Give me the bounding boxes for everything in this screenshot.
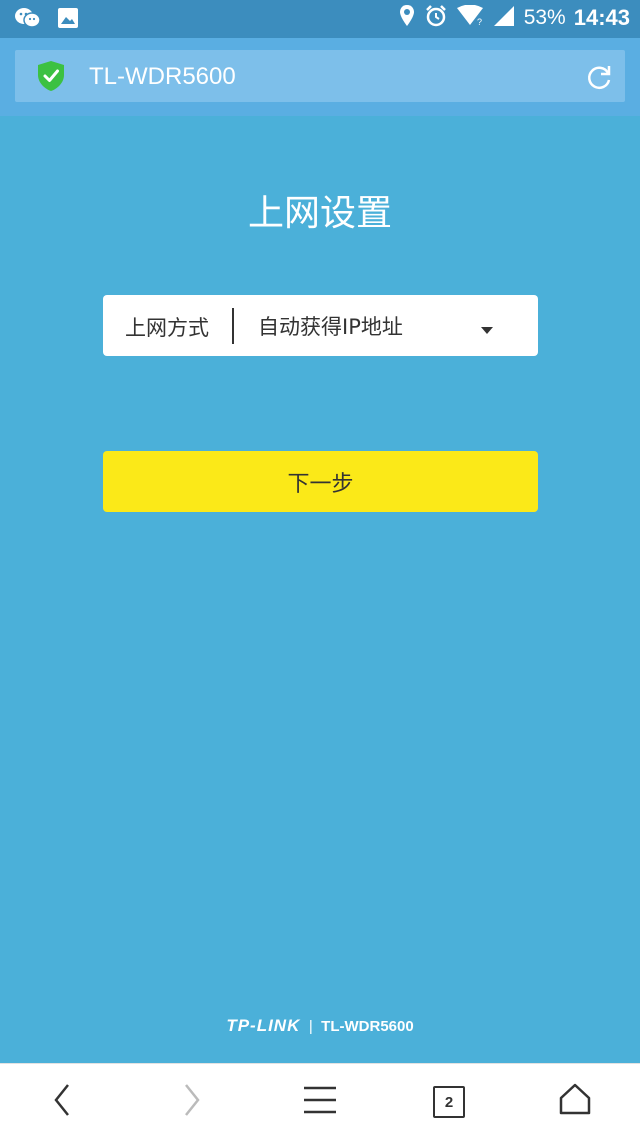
wifi-icon: ? bbox=[456, 4, 484, 31]
refresh-icon[interactable] bbox=[585, 63, 613, 95]
shield-check-icon bbox=[37, 60, 65, 96]
select-divider bbox=[232, 308, 234, 344]
tp-link-logo: TP-LINK bbox=[226, 1016, 301, 1035]
dropdown-caret-icon bbox=[480, 320, 494, 339]
tabs-icon[interactable]: 2 bbox=[433, 1086, 465, 1118]
image-icon bbox=[56, 6, 80, 34]
browser-toolbar: TL-WDR5600 bbox=[0, 38, 640, 116]
address-bar[interactable]: TL-WDR5600 bbox=[15, 50, 625, 102]
bottom-nav-bar: 2 bbox=[0, 1063, 640, 1139]
footer-model: TL-WDR5600 bbox=[321, 1018, 414, 1035]
alarm-icon bbox=[424, 4, 448, 32]
home-icon[interactable] bbox=[558, 1082, 592, 1120]
svg-text:?: ? bbox=[477, 17, 482, 27]
menu-icon[interactable] bbox=[302, 1082, 338, 1122]
connection-type-value: 自动获得IP地址 bbox=[258, 315, 403, 339]
clock-time: 14:43 bbox=[573, 5, 630, 30]
connection-type-select[interactable]: 上网方式 自动获得IP地址 bbox=[103, 295, 538, 356]
back-icon[interactable] bbox=[50, 1082, 74, 1122]
brand-separator: | bbox=[308, 1018, 313, 1035]
url-text: TL-WDR5600 bbox=[89, 63, 236, 90]
next-step-button[interactable]: 下一步 bbox=[103, 451, 538, 512]
forward-icon[interactable] bbox=[180, 1082, 204, 1122]
battery-percent: 53% bbox=[523, 6, 566, 29]
wechat-icon bbox=[14, 6, 42, 34]
location-icon bbox=[398, 4, 416, 32]
status-bar: ? 53% 14:43 bbox=[0, 0, 640, 38]
footer-brand: TP-LINK | TL-WDR5600 bbox=[0, 1016, 640, 1036]
signal-icon bbox=[492, 5, 516, 31]
connection-type-label: 上网方式 bbox=[125, 316, 209, 340]
page-title: 上网设置 bbox=[247, 193, 392, 234]
